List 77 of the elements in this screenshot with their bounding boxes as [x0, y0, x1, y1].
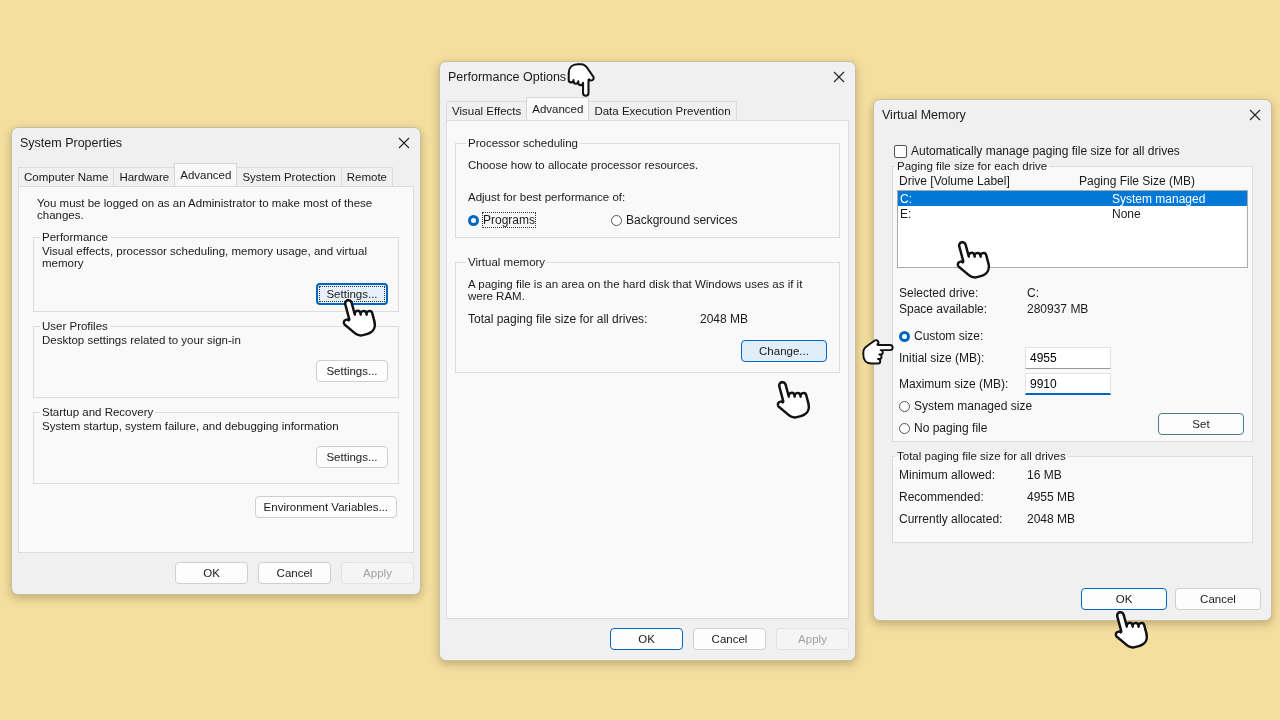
prompt-text: Adjust for best performance of:	[468, 191, 627, 203]
dialog-button[interactable]: OK	[610, 628, 683, 650]
field-label: Initial size (MB):	[899, 351, 986, 365]
info-value: C:	[1027, 286, 1040, 300]
total-value: 16 MB	[1027, 468, 1063, 482]
tab[interactable]: Remote	[340, 167, 393, 186]
group-title: Performance	[41, 231, 109, 243]
radio-label[interactable]: Background services	[626, 213, 738, 227]
input-field[interactable]: 4955	[1025, 347, 1111, 369]
info-label: Space available:	[899, 302, 989, 316]
tab[interactable]: Advanced	[174, 163, 238, 186]
radio-label[interactable]: Custom size:	[914, 329, 984, 343]
notice-text: You must be logged on as an Administrator to make most of these changes.	[37, 197, 374, 221]
paging-size: System managed	[1112, 191, 1206, 206]
group-title: Startup and Recovery	[41, 406, 155, 418]
radio-button[interactable]	[899, 330, 910, 342]
checkbox[interactable]	[894, 144, 907, 158]
radio-button[interactable]	[611, 214, 622, 226]
close-icon[interactable]	[833, 71, 845, 83]
column-header: Paging File Size (MB)	[1079, 174, 1196, 188]
column-header: Drive [Volume Label]	[899, 174, 1011, 188]
group-description: Visual effects, processor scheduling, memory usage, and virtual memory	[42, 245, 368, 269]
set-button[interactable]: Set	[1158, 413, 1244, 435]
group-description: Desktop settings related to your sign-in	[42, 334, 242, 346]
hand-cursor-icon	[566, 62, 596, 98]
group-title: Virtual memory	[467, 256, 547, 268]
radio-label[interactable]: Programs	[483, 213, 535, 227]
total-label: Total paging file size for all drives:	[468, 312, 649, 326]
total-label: Recommended:	[899, 490, 985, 504]
info-value: 280937 MB	[1027, 302, 1090, 316]
checkbox-label[interactable]: Automatically manage paging file size for all drives	[911, 144, 1180, 158]
drive-letter: E:	[900, 206, 913, 221]
dialog-button[interactable]: OK	[175, 562, 248, 584]
window-title: Virtual Memory	[882, 108, 966, 122]
close-icon[interactable]	[1249, 109, 1261, 121]
settings-button[interactable]: Settings...	[316, 446, 388, 468]
dialog-button[interactable]: OK	[1081, 588, 1167, 610]
change-button[interactable]: Change...	[741, 340, 827, 362]
group-description: Choose how to allocate processor resources.	[468, 159, 700, 171]
total-value: 4955 MB	[1027, 490, 1077, 504]
dialog-button[interactable]: Cancel	[1175, 588, 1261, 610]
total-value: 2048 MB	[1027, 512, 1077, 526]
drive-row[interactable]: E: None	[898, 206, 1247, 221]
tab[interactable]: Data Execution Prevention	[588, 101, 737, 120]
radio-button[interactable]	[899, 422, 910, 434]
drive-list[interactable]: C: System managed E: None	[897, 190, 1248, 268]
info-label: Selected drive:	[899, 286, 980, 300]
radio-button[interactable]	[899, 400, 910, 412]
tab[interactable]: Visual Effects	[446, 101, 528, 120]
drive-row[interactable]: C: System managed	[898, 191, 1247, 206]
tab[interactable]: Computer Name	[18, 167, 115, 186]
total-label: Currently allocated:	[899, 512, 1004, 526]
window-title: Performance Options	[448, 70, 567, 84]
tab[interactable]: Advanced	[526, 97, 590, 120]
group-title: User Profiles	[41, 320, 109, 332]
window-title: System Properties	[20, 136, 123, 150]
radio-label[interactable]: No paging file	[914, 421, 988, 435]
dialog-button[interactable]: Cancel	[693, 628, 766, 650]
paging-size: None	[1112, 206, 1141, 221]
total-label: Minimum allowed:	[899, 468, 997, 482]
input-field[interactable]: 9910	[1025, 373, 1111, 395]
total-value: 2048 MB	[700, 312, 749, 326]
close-icon[interactable]	[398, 137, 410, 149]
environment-variables-button[interactable]: Environment Variables...	[254, 496, 397, 518]
field-label: Maximum size (MB):	[899, 377, 1010, 391]
group-title: Paging file size for each drive	[896, 160, 1049, 172]
group-description: System startup, system failure, and debugging information	[42, 420, 340, 432]
group-title: Total paging file size for all drives	[896, 450, 1067, 462]
dialog-button[interactable]: Cancel	[258, 562, 331, 584]
radio-label[interactable]: System managed size	[914, 399, 1033, 413]
radio-button[interactable]	[468, 214, 479, 226]
drive-letter: C:	[900, 191, 913, 206]
tab[interactable]: System Protection	[236, 167, 342, 186]
settings-button[interactable]: Settings...	[316, 283, 388, 305]
group-description: A paging file is an area on the hard disk that Windows uses as if it were RAM.	[468, 278, 804, 302]
settings-button[interactable]: Settings...	[316, 360, 388, 382]
group-title: Processor scheduling	[467, 137, 579, 149]
